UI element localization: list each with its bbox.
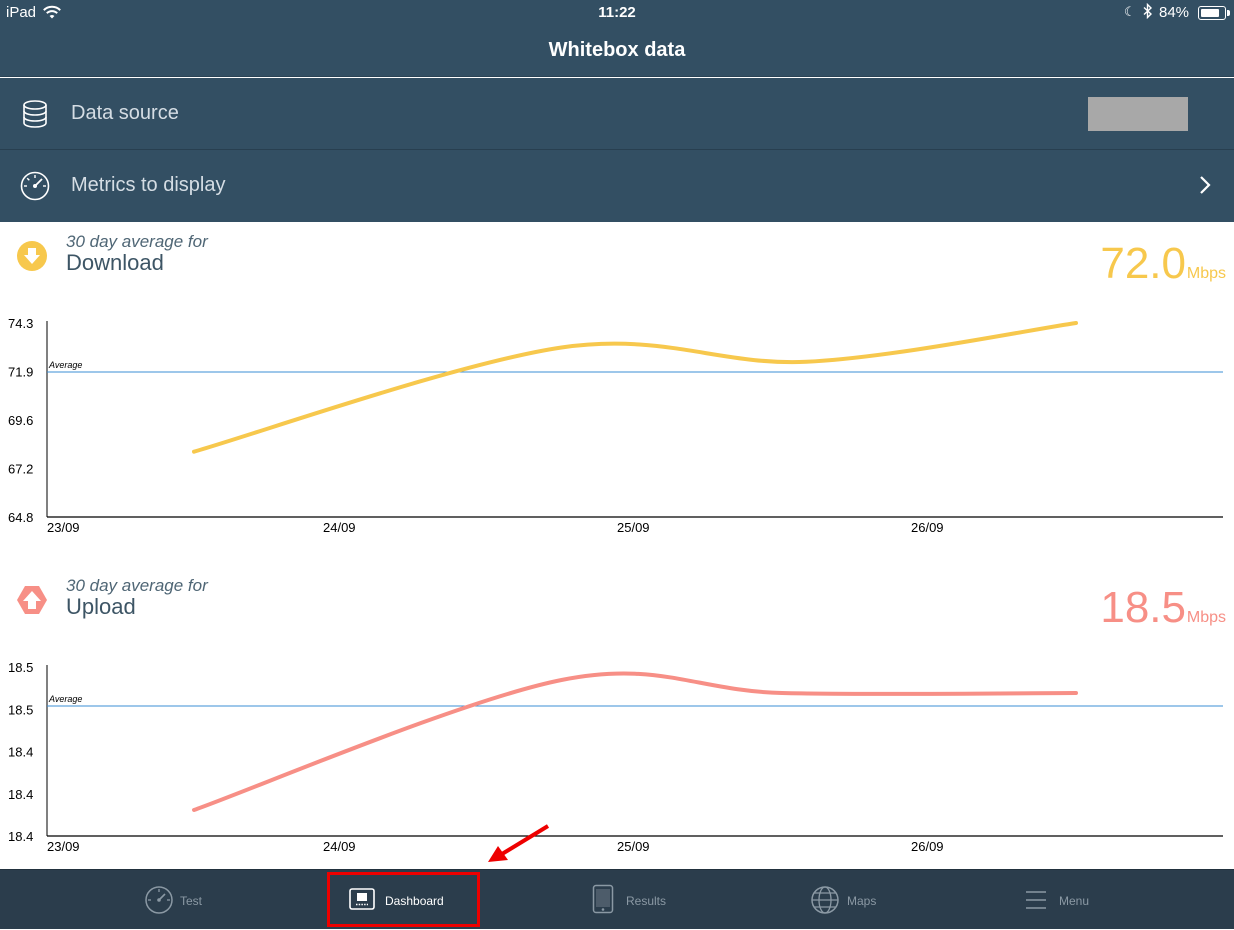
battery-percent: 84% xyxy=(1159,4,1190,21)
tab-results[interactable]: Results xyxy=(590,870,710,930)
navigation-bar: Whitebox data xyxy=(0,26,1234,77)
upload-average-label: Average xyxy=(48,694,82,704)
tab-menu-label: Menu xyxy=(1059,894,1090,908)
tab-maps[interactable]: Maps xyxy=(810,870,920,930)
status-time: 11:22 xyxy=(598,4,636,21)
upload-x-tick-label: 24/09 xyxy=(323,839,356,854)
battery-icon xyxy=(1198,6,1230,20)
upload-summary: 30 day average for Upload 18.5 Mbps xyxy=(0,566,1234,636)
upload-unit: Mbps xyxy=(1186,609,1226,626)
download-y-tick-label: 67.2 xyxy=(8,462,33,477)
globe-icon xyxy=(810,885,840,918)
tab-dashboard[interactable]: Dashboard xyxy=(330,870,478,930)
download-average-label: Average xyxy=(48,360,82,370)
upload-y-tick-label: 18.5 xyxy=(8,702,33,717)
upload-y-tick-label: 18.5 xyxy=(8,660,33,675)
download-y-tick-label: 64.8 xyxy=(8,510,33,525)
page-title: Whitebox data xyxy=(548,39,686,61)
tab-maps-label: Maps xyxy=(847,894,877,908)
hamburger-icon xyxy=(1025,890,1047,913)
dashboard-icon xyxy=(349,888,375,913)
data-source-label: Data source xyxy=(71,102,179,124)
status-bar: iPad 11:22 ☾ 84% xyxy=(0,0,1234,26)
database-icon xyxy=(19,98,51,130)
tab-dashboard-label: Dashboard xyxy=(385,894,444,908)
tab-results-label: Results xyxy=(626,894,667,908)
upload-chart: 18.5 18.5 18.4 18.4 18.4 23/09 24/09 25/09 26/09… xyxy=(0,654,1234,869)
download-chart: 74.3 71.9 69.6 67.2 64.8 23/09 24/09 25/09 26/09… xyxy=(0,310,1234,550)
download-x-tick-label: 24/09 xyxy=(323,520,356,535)
data-source-value[interactable] xyxy=(1088,97,1188,131)
upload-x-tick-label: 25/09 xyxy=(617,839,650,854)
upload-x-tick-label: 23/09 xyxy=(47,839,80,854)
data-source-row[interactable]: Data source xyxy=(0,78,1234,150)
tablet-icon xyxy=(592,884,614,917)
download-arrow-icon xyxy=(16,240,48,272)
download-series-line xyxy=(192,321,1078,454)
upload-y-tick-label: 18.4 xyxy=(8,829,33,844)
upload-subtitle: 30 day average for xyxy=(66,576,208,595)
speedometer-icon xyxy=(144,885,174,918)
download-unit: Mbps xyxy=(1186,265,1226,282)
tab-test-label: Test xyxy=(180,894,203,908)
download-y-tick-label: 69.6 xyxy=(8,413,33,428)
download-average-value: 72.0 xyxy=(1100,239,1186,288)
chevron-right-icon[interactable] xyxy=(1199,174,1211,201)
upload-average-value: 18.5 xyxy=(1100,583,1186,632)
upload-series-line xyxy=(192,671,1078,812)
download-x-tick-label: 26/09 xyxy=(911,520,944,535)
metrics-to-display-label: Metrics to display xyxy=(71,174,226,196)
metrics-to-display-row[interactable]: Metrics to display xyxy=(0,150,1234,222)
upload-title: Upload xyxy=(66,594,136,619)
tab-test[interactable]: Test xyxy=(140,870,270,930)
tab-bar: Test Dashboard Results Maps Menu xyxy=(0,869,1234,929)
tab-menu[interactable]: Menu xyxy=(1025,870,1135,930)
upload-arrow-icon xyxy=(16,584,48,616)
bluetooth-icon xyxy=(1143,2,1153,23)
download-x-tick-label: 25/09 xyxy=(617,520,650,535)
upload-y-tick-label: 18.4 xyxy=(8,787,33,802)
download-title: Download xyxy=(66,250,164,275)
download-x-tick-label: 23/09 xyxy=(47,520,80,535)
download-y-tick-label: 71.9 xyxy=(8,365,33,380)
upload-x-tick-label: 26/09 xyxy=(911,839,944,854)
download-summary: 30 day average for Download 72.0 Mbps xyxy=(0,222,1234,292)
download-y-tick-label: 74.3 xyxy=(8,316,33,331)
upload-y-tick-label: 18.4 xyxy=(8,745,33,760)
moon-icon: ☾ xyxy=(1124,4,1136,19)
speedometer-icon xyxy=(19,170,51,202)
download-subtitle: 30 day average for xyxy=(66,232,208,251)
